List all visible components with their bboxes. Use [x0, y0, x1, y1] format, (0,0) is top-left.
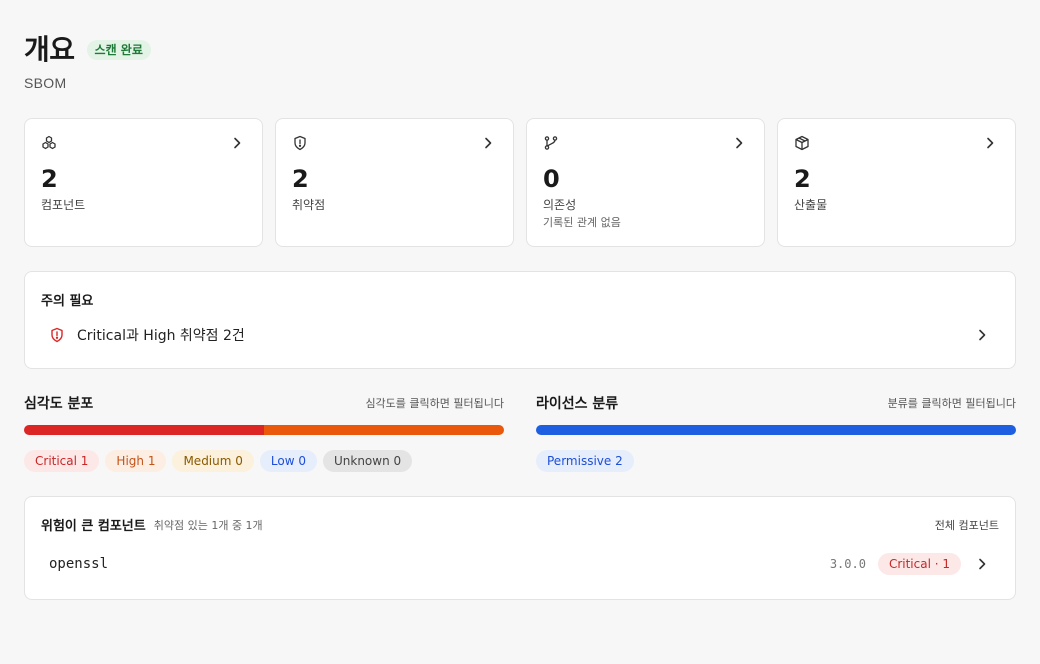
risky-subtitle: 취약점 있는 1개 중 1개 — [153, 518, 263, 532]
stat-label: 컴포넌트 — [41, 198, 86, 212]
stats-row: 2 컴포넌트 2 취약점 0 의존성 기록된 관계 없음 2 산출물 — [24, 118, 1016, 247]
stat-value: 0 — [543, 165, 560, 193]
page-subtitle: SBOM — [24, 75, 67, 91]
component-severity-badge: Critical · 1 — [877, 553, 961, 575]
license-bar-segment-0[interactable] — [536, 425, 1016, 435]
stat-card-dependencies[interactable]: 0 의존성 기록된 관계 없음 — [526, 118, 765, 247]
stat-label: 취약점 — [292, 198, 326, 212]
license-bar[interactable] — [536, 425, 1016, 435]
git-branch-icon — [544, 136, 558, 150]
severity-chip-medium[interactable]: Medium 0 — [172, 450, 254, 472]
attention-panel: 주의 필요 Critical과 High 취약점 2건 — [24, 271, 1016, 369]
severity-distribution: 심각도 분포 심각도를 클릭하면 필터됩니다 Critical 1 High 1… — [24, 393, 504, 472]
components-icon — [42, 135, 56, 150]
attention-title: 주의 필요 — [41, 294, 94, 309]
stat-value: 2 — [794, 165, 811, 193]
title-row: 개요 스캔 완료 — [24, 34, 151, 66]
stat-label: 의존성 — [543, 198, 577, 212]
package-icon — [795, 135, 809, 151]
stat-value: 2 — [41, 165, 58, 193]
chevron-right-icon — [979, 558, 986, 570]
license-title: 라이선스 분류 — [536, 396, 619, 412]
shield-icon — [294, 135, 306, 151]
stat-value: 2 — [292, 165, 309, 193]
severity-chip-unknown[interactable]: Unknown 0 — [322, 450, 413, 472]
severity-title: 심각도 분포 — [24, 396, 94, 412]
license-hint: 분류를 클릭하면 필터됩니다 — [887, 397, 1016, 410]
alert-shield-icon — [51, 327, 63, 343]
license-distribution: 라이선스 분류 분류를 클릭하면 필터됩니다 Permissive 2 — [536, 393, 1016, 472]
all-components-link[interactable]: 전체 컴포넌트 — [935, 517, 999, 533]
chevron-right-icon — [234, 137, 241, 149]
severity-chip-critical[interactable]: Critical 1 — [24, 450, 100, 472]
severity-bar-segment-1[interactable] — [264, 425, 504, 435]
license-chips: Permissive 2 — [536, 450, 1016, 472]
stat-card-artifacts[interactable]: 2 산출물 — [777, 118, 1016, 247]
attention-item[interactable]: Critical과 High 취약점 2건 — [41, 322, 999, 348]
page-title: 개요 — [24, 33, 75, 66]
stat-label: 산출물 — [794, 198, 828, 212]
chevron-right-icon — [736, 137, 743, 149]
component-row[interactable]: openssl 3.0.0 Critical · 1 — [41, 551, 999, 577]
severity-chip-high[interactable]: High 1 — [105, 450, 167, 472]
severity-hint: 심각도를 클릭하면 필터됩니다 — [365, 397, 504, 410]
chevron-right-icon — [979, 329, 986, 341]
attention-item-text: Critical과 High 취약점 2건 — [77, 328, 245, 344]
risky-components-panel: 위험이 큰 컴포넌트 취약점 있는 1개 중 1개 전체 컴포넌트 openss… — [24, 496, 1016, 600]
component-version: 3.0.0 — [829, 557, 866, 571]
risky-title: 위험이 큰 컴포넌트 — [41, 519, 146, 534]
stat-card-vulnerabilities[interactable]: 2 취약점 — [275, 118, 514, 247]
severity-bar[interactable] — [24, 425, 504, 435]
severity-chip-low[interactable]: Low 0 — [259, 450, 317, 472]
status-badge: 스캔 완료 — [86, 40, 151, 60]
chevron-right-icon — [485, 137, 492, 149]
stat-note: 기록된 관계 없음 — [543, 216, 621, 229]
component-name: openssl — [49, 556, 109, 572]
severity-chips: Critical 1 High 1 Medium 0 Low 0 Unknown… — [24, 450, 504, 472]
stat-card-components[interactable]: 2 컴포넌트 — [24, 118, 263, 247]
severity-bar-segment-0[interactable] — [24, 425, 264, 435]
chevron-right-icon — [987, 137, 994, 149]
license-chip-permissive[interactable]: Permissive 2 — [536, 450, 634, 472]
